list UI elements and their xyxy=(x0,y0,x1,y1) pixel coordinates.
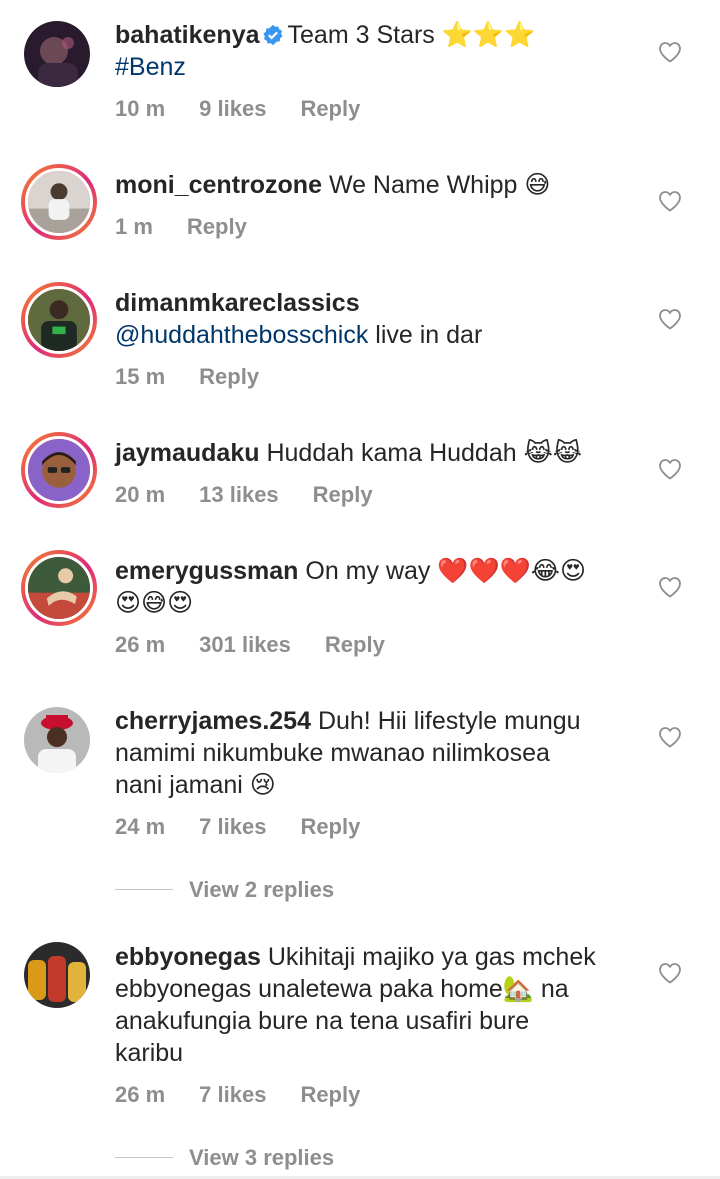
comment-meta: 1 m Reply xyxy=(115,214,281,240)
comment-text: namimi nikumbuke mwanao nilimkosea xyxy=(115,739,550,767)
username[interactable]: dimanmkareclassics xyxy=(115,289,360,317)
comment-meta: 10 m 9 likes Reply xyxy=(115,96,394,122)
avatar[interactable] xyxy=(24,707,90,773)
comment-meta: 26 m 7 likes Reply xyxy=(115,1082,394,1108)
heart-outline-icon[interactable] xyxy=(658,190,682,212)
view-replies-button[interactable]: View 2 replies xyxy=(115,877,334,903)
comment-body: dimanmkareclassics @huddahthebosschick l… xyxy=(115,287,645,351)
timestamp: 26 m xyxy=(115,1082,166,1107)
comment-body: emerygussman On my way ❤️❤️❤️😂😍 😍😅😍 xyxy=(115,555,645,619)
comment-body: moni_centrozone We Name Whipp 😅 xyxy=(115,169,645,201)
view-replies-button[interactable]: View 3 replies xyxy=(115,1145,334,1171)
heart-outline-icon[interactable] xyxy=(658,458,682,480)
comment-text: We Name Whipp 😅 xyxy=(328,171,551,199)
comment-meta: 15 m Reply xyxy=(115,364,293,390)
username[interactable]: jaymaudaku xyxy=(115,439,260,467)
username[interactable]: emerygussman xyxy=(115,557,298,585)
avatar[interactable] xyxy=(21,550,97,626)
avatar[interactable] xyxy=(21,164,97,240)
username[interactable]: cherryjames.254 xyxy=(115,707,311,735)
comment-body: ebbyonegas Ukihitaji majiko ya gas mchek… xyxy=(115,941,645,1069)
reply-button[interactable]: Reply xyxy=(325,632,385,657)
view-replies-label: View 3 replies xyxy=(189,1145,335,1170)
username[interactable]: moni_centrozone xyxy=(115,171,322,199)
comment-body: bahatikenya Team 3 Stars ⭐⭐⭐ #Benz xyxy=(115,19,645,83)
timestamp: 24 m xyxy=(115,814,166,839)
divider xyxy=(115,1157,173,1158)
timestamp: 15 m xyxy=(115,364,166,389)
comment-text: Huddah kama Huddah 😹😹 xyxy=(266,439,583,467)
username[interactable]: bahatikenya xyxy=(115,21,260,49)
heart-outline-icon[interactable] xyxy=(658,576,682,598)
comment-body: jaymaudaku Huddah kama Huddah 😹😹 xyxy=(115,437,645,469)
heart-outline-icon[interactable] xyxy=(658,308,682,330)
likes-count[interactable]: 7 likes xyxy=(199,814,266,839)
heart-outline-icon[interactable] xyxy=(658,962,682,984)
reply-button[interactable]: Reply xyxy=(187,214,247,239)
heart-outline-icon[interactable] xyxy=(658,41,682,63)
comment-text: On my way ❤️❤️❤️😂😍 xyxy=(305,557,587,585)
hashtag-link[interactable]: #Benz xyxy=(115,53,186,81)
likes-count[interactable]: 13 likes xyxy=(199,482,279,507)
comment-text: 😍😅😍 xyxy=(115,589,194,617)
avatar[interactable] xyxy=(24,21,90,87)
reply-button[interactable]: Reply xyxy=(300,1082,360,1107)
comment-text: nani jamani 😢 xyxy=(115,771,276,799)
avatar[interactable] xyxy=(21,432,97,508)
heart-outline-icon[interactable] xyxy=(658,726,682,748)
verified-badge-icon xyxy=(262,22,284,46)
likes-count[interactable]: 7 likes xyxy=(199,1082,266,1107)
comment-text: Duh! Hii lifestyle mungu xyxy=(317,707,581,735)
comment-text: Team 3 Stars ⭐⭐⭐ xyxy=(287,21,536,49)
avatar[interactable] xyxy=(24,942,90,1008)
timestamp: 26 m xyxy=(115,632,166,657)
comment-text: ebbyonegas unaletewa paka home🏡 na xyxy=(115,975,569,1003)
view-replies-label: View 2 replies xyxy=(189,877,335,902)
reply-button[interactable]: Reply xyxy=(199,364,259,389)
divider xyxy=(115,889,173,890)
reply-button[interactable]: Reply xyxy=(300,96,360,121)
comment-body: cherryjames.254 Duh! Hii lifestyle mungu… xyxy=(115,705,645,801)
mention-link[interactable]: @huddahthebosschick xyxy=(115,321,368,349)
avatar[interactable] xyxy=(21,282,97,358)
comment-text: karibu xyxy=(115,1039,184,1067)
comment-text: Ukihitaji majiko ya gas mchek xyxy=(267,943,596,971)
timestamp: 10 m xyxy=(115,96,166,121)
reply-button[interactable]: Reply xyxy=(300,814,360,839)
comment-meta: 20 m 13 likes Reply xyxy=(115,482,407,508)
timestamp: 20 m xyxy=(115,482,166,507)
likes-count[interactable]: 301 likes xyxy=(199,632,291,657)
comment-meta: 26 m 301 likes Reply xyxy=(115,632,419,658)
comment-text: anakufungia bure na tena usafiri bure xyxy=(115,1007,530,1035)
comment-meta: 24 m 7 likes Reply xyxy=(115,814,394,840)
reply-button[interactable]: Reply xyxy=(313,482,373,507)
username[interactable]: ebbyonegas xyxy=(115,943,261,971)
comment-text: live in dar xyxy=(368,321,483,349)
likes-count[interactable]: 9 likes xyxy=(199,96,266,121)
timestamp: 1 m xyxy=(115,214,153,239)
